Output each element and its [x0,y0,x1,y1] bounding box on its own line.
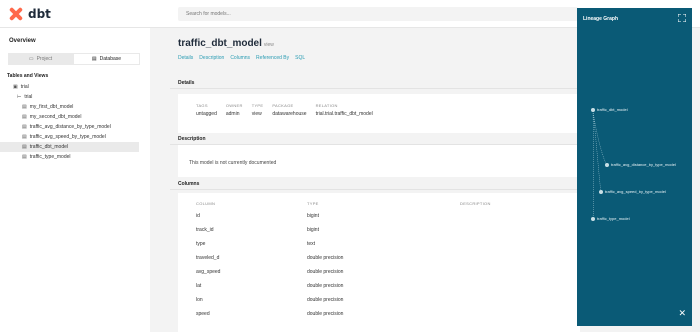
search-input[interactable] [178,7,578,21]
table-icon: ▤ [22,114,27,120]
main-content: traffic_dbt_model view Details Descriptio… [170,28,580,332]
project-tab[interactable]: ▭ Project [8,53,73,65]
database-icon: ▣ [13,84,18,90]
table-row: speed double precision [196,311,344,317]
tree: ▣ trial ⊢ trial ▤ my_first_dbt_model ▤ m… [0,82,150,162]
table-icon: ▤ [22,134,27,140]
tree-item-model[interactable]: ▤ my_second_dbt_model [0,112,150,122]
tab-details[interactable]: Details [178,55,193,61]
table-icon: ▤ [22,154,27,160]
columns-card: COLUMN TYPE DESCRIPTION id bigint track_… [178,193,580,332]
database-icon: ▤ [91,56,97,62]
table-row: id bigint [196,213,319,219]
logo-text: dbt [28,7,51,21]
tab-description[interactable]: Description [199,55,224,61]
table-icon: ▤ [22,124,27,130]
section-tabs: Details Description Columns Referenced B… [178,55,305,61]
tree-item-schema[interactable]: ⊢ trial [0,92,150,102]
model-type-label: view [263,42,274,48]
dbt-logo-icon [8,6,24,22]
node-dot-icon [591,107,595,112]
table-row: traveled_d double precision [196,255,344,261]
tree-item-model[interactable]: ▤ my_first_dbt_model [0,102,150,112]
sidebar: Overview ▭ Project ▤ Database Tables and… [0,28,150,332]
folder-icon: ▭ [28,56,34,62]
lineage-edges [592,110,608,221]
overview-link[interactable]: Overview [9,38,36,44]
node-dot-icon [591,216,595,221]
tab-sql[interactable]: SQL [295,55,305,61]
tree-item-model-selected[interactable]: ▤ traffic_dbt_model [0,142,139,152]
database-tab[interactable]: ▤ Database [73,53,140,65]
description-card: This model is not currently documented [178,149,580,177]
table-icon: ▤ [22,104,27,110]
table-row: lon double precision [196,297,344,303]
description-header: Description [170,133,580,145]
table-row: avg_speed double precision [196,269,344,275]
table-icon: ▤ [22,144,27,150]
tree-item-model[interactable]: ▤ traffic_avg_speed_by_type_model [0,132,150,142]
column-heading: COLUMN [196,201,216,206]
detail-field: OWNER admin [225,103,243,117]
dbt-logo[interactable]: dbt [8,6,51,22]
column-heading: TYPE [307,201,319,206]
details-header: Details [170,77,580,89]
tree-item-model[interactable]: ▤ traffic_type_model [0,152,150,162]
detail-field: RELATION trial.trial.traffic_dbt_model [315,103,373,117]
lineage-node[interactable]: traffic_dbt_model [591,107,628,112]
lineage-node[interactable]: traffic_avg_distance_by_type_model [605,162,676,167]
detail-field: PACKAGE datawarehouse [272,103,307,117]
columns-header: Columns [170,178,580,190]
tree-item-model[interactable]: ▤ traffic_avg_distance_by_type_model [0,122,150,132]
tab-columns[interactable]: Columns [230,55,250,61]
detail-field: TAGS untagged [196,103,217,117]
view-toggle: ▭ Project ▤ Database [8,53,140,65]
table-row: track_id bigint [196,227,319,233]
column-heading: DESCRIPTION [460,201,491,206]
description-text: This model is not currently documented [189,160,277,166]
page-title: traffic_dbt_model view [178,38,274,49]
tables-and-views-heading: Tables and Views [7,73,49,79]
close-icon[interactable]: ✕ [678,310,686,319]
schema-icon: ⊢ [17,94,22,100]
tree-item-database[interactable]: ▣ trial [0,82,150,92]
tab-referenced-by[interactable]: Referenced By [256,55,289,61]
detail-field: TYPE view [251,103,264,117]
table-row: type text [196,241,316,247]
lineage-node[interactable]: traffic_type_model [591,216,630,221]
details-grid: TAGS untagged OWNER admin TYPE view PACK… [196,103,373,117]
table-row: lat double precision [196,283,344,289]
lineage-node[interactable]: traffic_avg_speed_by_type_model [599,189,666,194]
node-dot-icon [599,189,603,194]
node-dot-icon [605,162,609,167]
lineage-panel: Lineage Graph traffic_dbt_model traffic_… [577,8,692,326]
